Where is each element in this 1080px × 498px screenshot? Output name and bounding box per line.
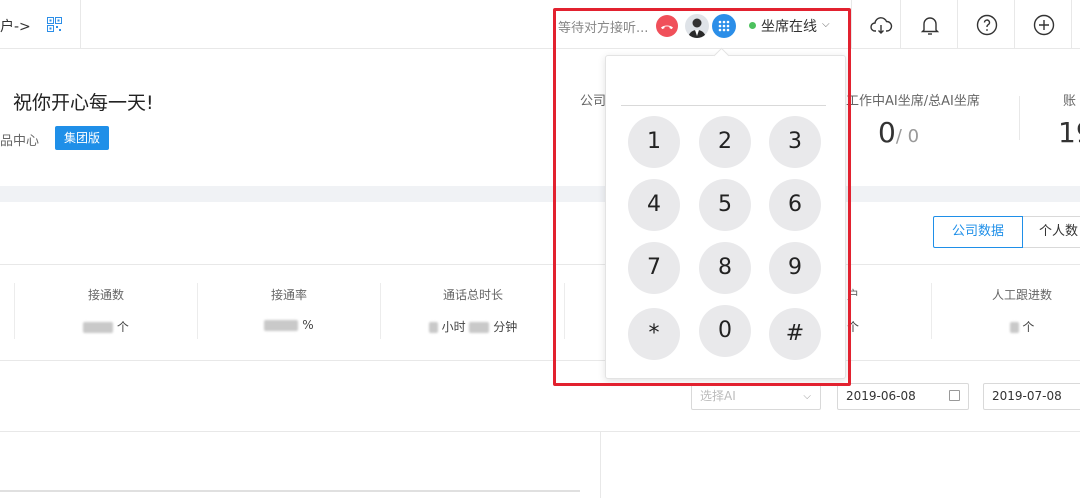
phone-number-input[interactable] [621,74,826,106]
kpi-account-label: 账 [1063,94,1077,109]
stat-value-connect-rate: % [224,318,354,332]
add-icon[interactable] [1014,0,1071,49]
divider [0,490,580,492]
kpi-ai-working: 0 [878,116,896,149]
divider [1071,0,1080,49]
ai-select[interactable]: 选择AI ⌵ [691,383,821,410]
app-root: 户-> 等待对方接听... 坐席在线 ⌵ 祝你开心每一天! 品中心 集团版 公司… [0,0,1080,498]
kpi-ai-agents-value: 0/ 0 [878,116,919,149]
tab-personal-data[interactable]: 个人数 [1023,216,1080,248]
help-icon[interactable] [957,0,1014,49]
dial-key-6[interactable]: 6 [769,179,821,231]
divider [1019,96,1020,140]
dial-key-3[interactable]: 3 [769,116,821,168]
end-date-input[interactable]: 2019-07-08 [983,383,1080,410]
calendar-icon [949,390,960,401]
keypad-icon [718,20,730,32]
stat-label-manual-followup: 人工跟进数 [991,288,1052,302]
tab-company-data[interactable]: 公司数据 [933,216,1023,248]
kpi-account-value: 19 [1058,116,1080,149]
edition-badge: 集团版 [55,126,109,150]
chevron-down-icon: ⌵ [803,391,811,402]
stat-value-connected: 个 [41,318,171,335]
product-center-link[interactable]: 品中心 [0,130,39,149]
divider [564,283,565,339]
divider [0,360,1080,361]
stat-value-manual-followup: 个 [957,318,1080,335]
dial-key-star[interactable]: * [628,308,680,360]
stat-label-connected: 接通数 [87,288,124,302]
divider [600,432,601,498]
dial-key-7[interactable]: 7 [628,242,680,294]
kpi-ai-total: / 0 [895,126,920,147]
divider [0,264,1080,265]
stat-value-total-duration: 小时 分钟 [408,318,538,335]
avatar[interactable] [685,14,709,38]
qr-code-icon[interactable] [47,17,62,32]
dial-key-8[interactable]: 8 [699,242,751,294]
divider [14,283,15,339]
online-status-dot [749,22,756,29]
dial-key-5[interactable]: 5 [699,179,751,231]
stat-label-connect-rate: 接通率 [270,288,307,302]
top-bar: 户-> 等待对方接听... 坐席在线 ⌵ [0,0,1080,49]
divider [80,0,81,49]
divider [380,283,381,339]
hangup-button[interactable] [656,15,678,37]
kpi-ai-agents-label: 工作中AI坐席/总AI坐席 [846,94,980,109]
dial-key-0[interactable]: 0 [699,305,751,357]
divider [0,431,1080,432]
start-date-input[interactable]: 2019-06-08 [837,383,969,410]
chevron-down-icon[interactable]: ⌵ [822,19,830,30]
divider [197,283,198,339]
divider [931,283,932,339]
kpi-company-label: 公司 [580,94,607,109]
dial-key-4[interactable]: 4 [628,179,680,231]
agent-status-select[interactable]: 坐席在线 [761,16,817,36]
call-status-text: 等待对方接听... [558,21,649,36]
dial-key-1[interactable]: 1 [628,116,680,168]
page-title: 祝你开心每一天! [13,92,154,114]
dial-key-9[interactable]: 9 [769,242,821,294]
section-separator [0,186,1080,202]
dial-key-2[interactable]: 2 [699,116,751,168]
stat-label-total-duration: 通话总时长 [442,288,503,302]
dialpad-toggle-button[interactable] [712,14,736,38]
phone-hangup-icon [661,25,673,30]
dial-key-hash[interactable]: # [769,308,821,360]
breadcrumb[interactable]: 户-> [0,16,31,36]
bell-icon[interactable] [900,0,957,49]
